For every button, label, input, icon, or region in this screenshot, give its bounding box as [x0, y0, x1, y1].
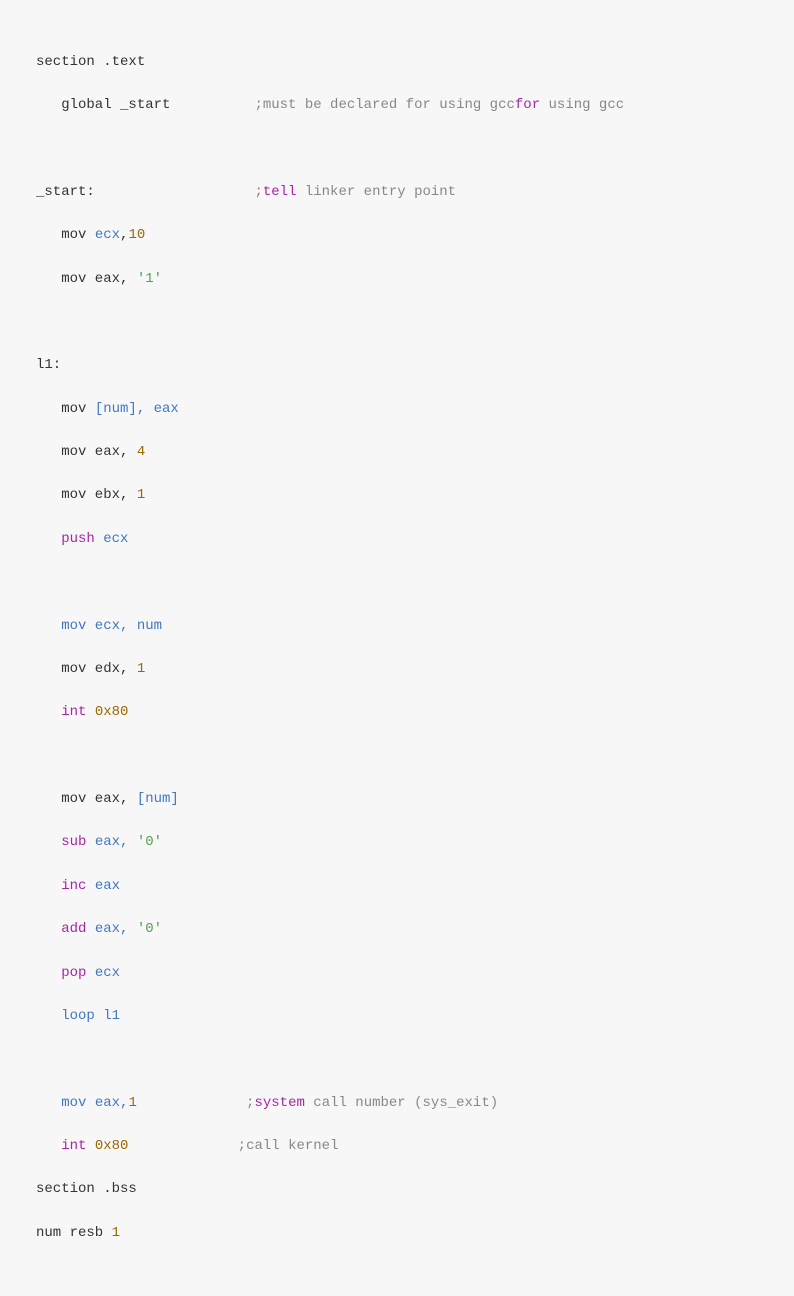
code-token: mov	[36, 401, 95, 417]
code-register: ecx	[86, 965, 120, 981]
code-token: mov eax,	[36, 444, 137, 460]
code-token: section .text	[36, 54, 145, 70]
code-line	[36, 138, 758, 160]
code-line: pop ecx	[36, 963, 758, 985]
code-line: mov ecx,10	[36, 225, 758, 247]
code-token: mov ecx, num	[36, 618, 162, 634]
code-line: inc eax	[36, 876, 758, 898]
code-number: 1	[137, 661, 145, 677]
code-token	[86, 704, 94, 720]
code-token: mov eax,	[61, 1095, 128, 1111]
code-line: add eax, '0'	[36, 919, 758, 941]
code-token: mov ebx,	[36, 487, 137, 503]
code-line: num resb 1	[36, 1223, 758, 1245]
code-token: _start:	[36, 184, 254, 200]
code-instruction: sub	[61, 834, 86, 850]
code-comment: ;	[254, 184, 262, 200]
code-line: _start: ;tell linker entry point	[36, 182, 758, 204]
code-line: push ecx	[36, 529, 758, 551]
code-token: mov edx,	[36, 661, 137, 677]
code-line: loop l1	[36, 1006, 758, 1028]
code-token: eax,	[86, 834, 136, 850]
code-indent	[36, 834, 61, 850]
code-keyword: tell	[263, 184, 297, 200]
code-line: section .bss	[36, 1179, 758, 1201]
code-line	[36, 746, 758, 768]
code-instruction: inc	[61, 878, 86, 894]
code-number: 4	[137, 444, 145, 460]
code-line: mov eax, '1'	[36, 269, 758, 291]
code-keyword: for	[515, 97, 540, 113]
code-number: 1	[137, 487, 145, 503]
code-line: int 0x80 ;call kernel	[36, 1136, 758, 1158]
code-line: mov ecx, num	[36, 616, 758, 638]
code-string: '0'	[137, 921, 162, 937]
code-number: 0x80	[95, 1138, 129, 1154]
code-line: global _start ;must be declared for usin…	[36, 95, 758, 117]
code-comment: ;call kernel	[128, 1138, 338, 1154]
code-line	[36, 312, 758, 334]
code-comment: ;	[137, 1095, 255, 1111]
code-number: 1	[128, 1095, 136, 1111]
code-line	[36, 572, 758, 594]
code-line: mov eax, 4	[36, 442, 758, 464]
code-token: num resb	[36, 1225, 112, 1241]
code-instruction: int	[61, 704, 86, 720]
code-indent	[36, 1138, 61, 1154]
code-line: sub eax, '0'	[36, 832, 758, 854]
code-token: mov	[36, 227, 95, 243]
code-token: mov eax,	[36, 791, 137, 807]
code-label: l1:	[36, 357, 61, 373]
code-register: ecx	[95, 531, 129, 547]
code-line: int 0x80	[36, 702, 758, 724]
code-comment: call number (sys_exit)	[305, 1095, 498, 1111]
code-string: '1'	[137, 271, 162, 287]
code-line: section .text	[36, 52, 758, 74]
code-register: eax	[86, 878, 120, 894]
code-token: [num]	[137, 791, 179, 807]
code-number: 0x80	[95, 704, 129, 720]
code-token: global _start	[36, 97, 254, 113]
code-number: 1	[112, 1225, 120, 1241]
code-register: ecx	[95, 227, 120, 243]
code-comment: ;must be declared for using gcc	[254, 97, 514, 113]
code-token: mov eax,	[36, 271, 137, 287]
code-instruction: pop	[61, 965, 86, 981]
code-instruction: push	[61, 531, 95, 547]
code-token: section .bss	[36, 1181, 137, 1197]
code-line: mov edx, 1	[36, 659, 758, 681]
code-line: mov eax,1 ;system call number (sys_exit)	[36, 1093, 758, 1115]
code-indent	[36, 531, 61, 547]
code-line: mov ebx, 1	[36, 485, 758, 507]
code-indent	[36, 704, 61, 720]
code-token: loop l1	[61, 1008, 120, 1024]
code-instruction: int	[61, 1138, 86, 1154]
code-line: l1:	[36, 355, 758, 377]
code-line: mov [num], eax	[36, 399, 758, 421]
code-keyword: system	[254, 1095, 304, 1111]
code-comment: using gcc	[540, 97, 624, 113]
code-instruction: add	[61, 921, 86, 937]
code-line	[36, 1049, 758, 1071]
code-indent	[36, 965, 61, 981]
code-comment: linker entry point	[296, 184, 456, 200]
code-token: eax,	[86, 921, 136, 937]
code-string: '0'	[137, 834, 162, 850]
code-line: mov eax, [num]	[36, 789, 758, 811]
code-indent	[36, 1008, 61, 1024]
code-indent	[36, 921, 61, 937]
assembly-code-block: section .text global _start ;must be dec…	[0, 0, 794, 1296]
code-token: [num], eax	[95, 401, 179, 417]
code-token	[86, 1138, 94, 1154]
code-number: 10	[128, 227, 145, 243]
code-indent	[36, 1095, 61, 1111]
code-indent	[36, 878, 61, 894]
